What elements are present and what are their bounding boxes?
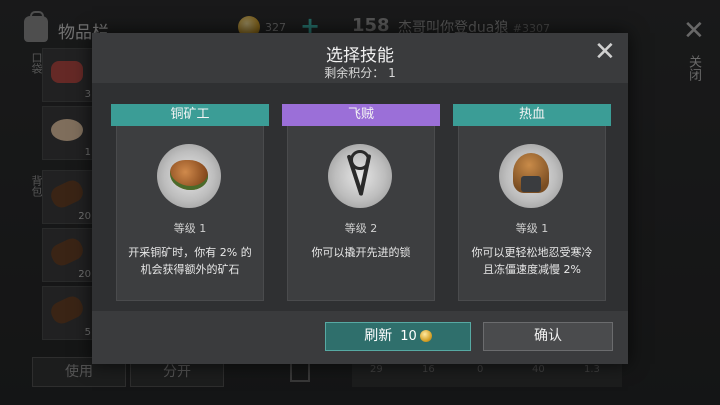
refresh-label: 刷新 bbox=[364, 328, 393, 344]
skill-name: 飞贼 bbox=[282, 104, 440, 126]
skill-cards: 铜矿工 等级 1 开采铜矿时，你有 2% 的 机会获得额外的矿石 飞贼 等级 2… bbox=[92, 99, 628, 301]
points-label: 剩余积分： bbox=[324, 66, 385, 80]
dialog-title: 选择技能 bbox=[326, 46, 394, 66]
close-icon[interactable]: ✕ bbox=[594, 39, 616, 65]
lockpick-icon bbox=[328, 144, 392, 208]
confirm-button[interactable]: 确认 bbox=[483, 322, 613, 351]
skill-select-dialog: 选择技能 剩余积分： 1 ✕ 铜矿工 等级 1 开采铜矿时，你有 2% 的 机会… bbox=[92, 33, 628, 364]
remaining-points: 剩余积分： 1 bbox=[92, 64, 628, 81]
skill-description: 你可以撬开先进的锁 bbox=[311, 246, 411, 259]
skill-card[interactable]: 铜矿工 等级 1 开采铜矿时，你有 2% 的 机会获得额外的矿石 bbox=[111, 104, 269, 301]
dialog-footer: 刷新 10 确认 bbox=[92, 311, 628, 364]
skill-card[interactable]: 飞贼 等级 2 你可以撬开先进的锁 bbox=[282, 104, 440, 301]
skill-card[interactable]: 热血 等级 1 你可以更轻松地忍受寒冷 且冻僵速度减慢 2% bbox=[453, 104, 611, 301]
skill-description: 开采铜矿时，你有 2% 的 机会获得额外的矿石 bbox=[128, 246, 252, 276]
refresh-button[interactable]: 刷新 10 bbox=[325, 322, 471, 351]
skill-level: 等级 1 bbox=[515, 222, 549, 235]
skill-level: 等级 1 bbox=[173, 222, 207, 235]
skill-name: 铜矿工 bbox=[111, 104, 269, 126]
coin-icon bbox=[419, 330, 432, 342]
dialog-header: 选择技能 剩余积分： 1 ✕ bbox=[92, 33, 628, 83]
copper-ore-icon bbox=[157, 144, 221, 208]
points-value: 1 bbox=[388, 66, 396, 80]
skill-level: 等级 2 bbox=[344, 222, 378, 235]
skill-name: 热血 bbox=[453, 104, 611, 126]
skill-description: 你可以更轻松地忍受寒冷 且冻僵速度减慢 2% bbox=[471, 246, 593, 276]
fur-helmet-icon bbox=[499, 144, 563, 208]
refresh-cost: 10 bbox=[400, 329, 417, 344]
